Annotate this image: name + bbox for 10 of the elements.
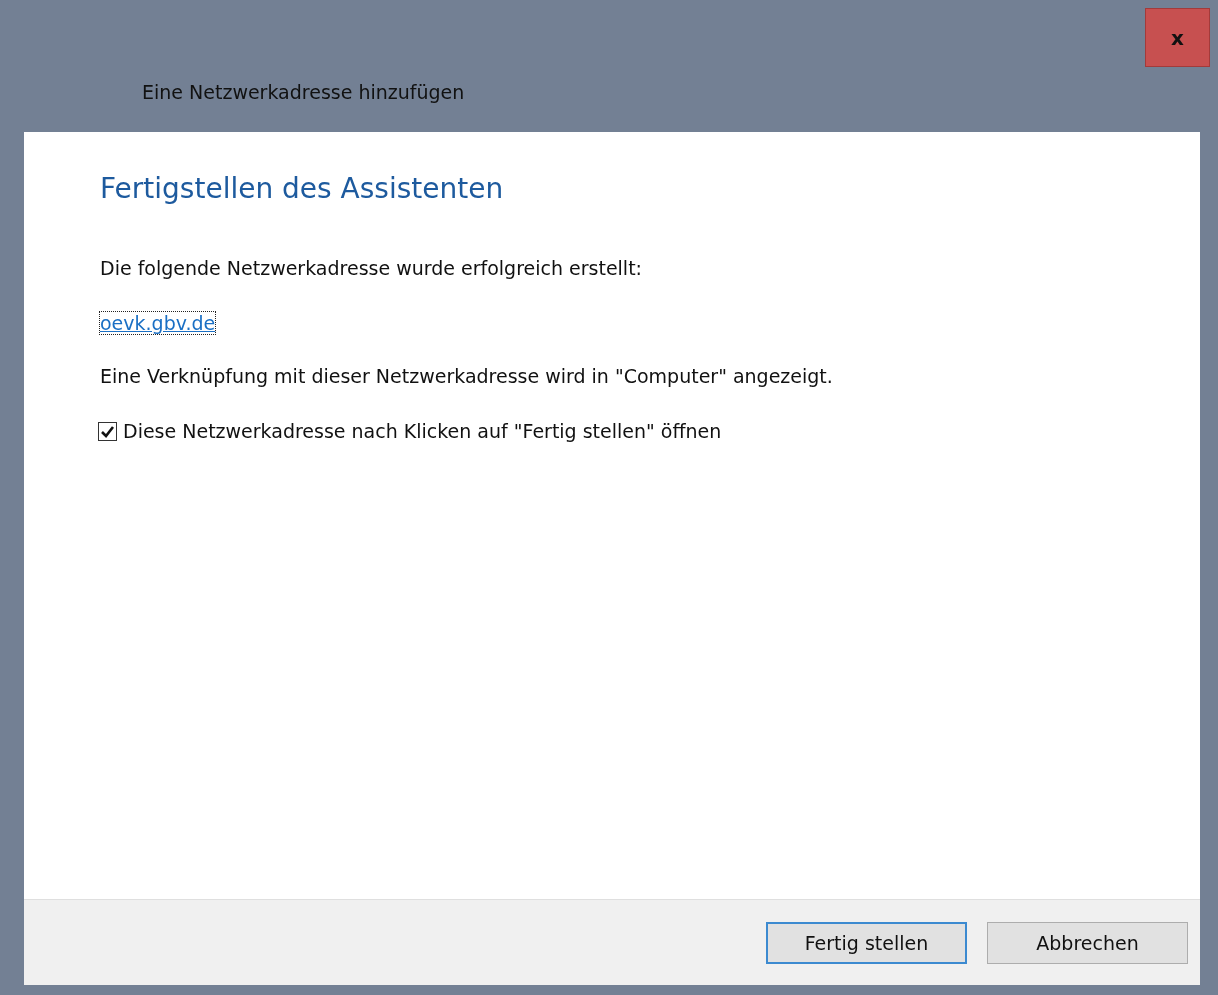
window-title: Eine Netzwerkadresse hinzufügen — [142, 81, 465, 103]
cancel-button[interactable]: Abbrechen — [987, 921, 1188, 964]
shortcut-note: Eine Verknüpfung mit dieser Netzwerkadresse wird in "Computer" angezeigt. — [100, 365, 833, 387]
finish-button[interactable]: Fertig stellen — [766, 921, 967, 964]
success-message: Die folgende Netzwerkadresse wurde erfolgreich erstellt: — [100, 257, 642, 279]
checkbox-label: Diese Netzwerkadresse nach Klicken auf "Fertig stellen" öffnen — [123, 420, 722, 442]
wizard-heading: Fertigstellen des Assistenten — [100, 172, 504, 205]
open-checkbox[interactable] — [98, 421, 117, 441]
address-link[interactable]: oevk.gbv.de — [100, 312, 216, 334]
close-button[interactable]: x — [1145, 8, 1210, 67]
